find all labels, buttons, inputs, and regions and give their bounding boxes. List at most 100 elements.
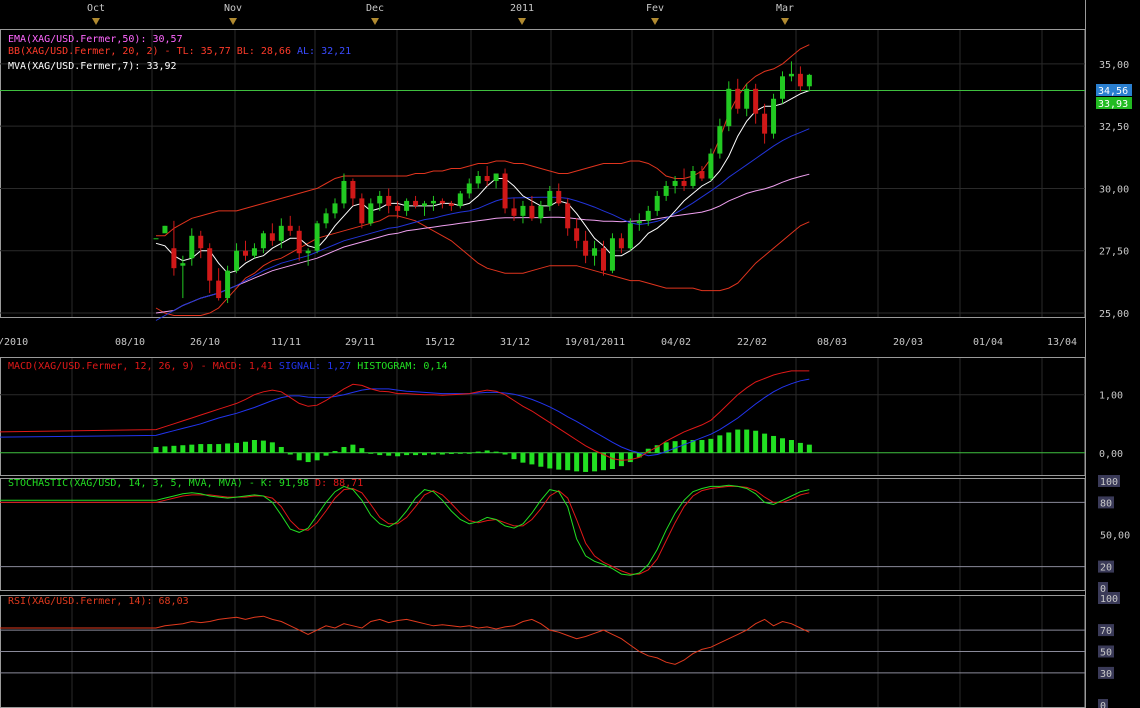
date-label: 04/02 [661, 337, 691, 348]
macd-histogram-bar [341, 446, 347, 453]
candle-body [457, 193, 463, 206]
month-label: Oct [87, 3, 105, 14]
month-marker [371, 18, 379, 25]
candle-body [448, 203, 454, 206]
stoch-tick-label: 20 [1100, 563, 1112, 574]
candle-body [726, 88, 732, 127]
price-panel[interactable] [0, 44, 1085, 321]
macd-histogram-bar [234, 442, 240, 453]
financial-chart: Oct Nov Dec 2011 Fev Mar 10/09/2010 08/10 26/10 1… [0, 0, 1132, 708]
macd-histogram-bar [171, 445, 177, 453]
candle-body [287, 225, 293, 231]
candle-body [332, 203, 338, 214]
legend-macd-hist: HISTOGRAM: 0,14 [351, 361, 447, 372]
candle-body [243, 250, 248, 256]
macd-histogram-bar [189, 444, 195, 453]
macd-histogram-bar [726, 432, 732, 453]
candle-body [753, 88, 759, 114]
candle-body [153, 238, 159, 240]
candle-body [422, 203, 427, 206]
date-label: 13/04 [1047, 337, 1077, 348]
chart-window: Oct Nov Dec 2011 Fev Mar 10/09/2010 08/10 26/10 1… [0, 0, 1140, 708]
candle-body [216, 280, 222, 299]
legend-macd-main: MACD(XAG/USD.Fermer, 12, 26, 9) - MACD: … [8, 361, 273, 372]
stoch-tick-label: 80 [1100, 498, 1112, 509]
candle-body [350, 180, 356, 199]
rsi-tick-label: 70 [1100, 626, 1112, 637]
date-label: 08/03 [817, 337, 847, 348]
candle-body [780, 76, 785, 99]
candle-body [395, 205, 401, 211]
panel-frame [0, 29, 1086, 318]
date-label: 15/12 [425, 337, 455, 348]
stoch-d-line [0, 485, 810, 575]
date-label: 20/03 [893, 337, 923, 348]
legend-ema: EMA(XAG/USD.Fermer,50): 30,57 [8, 34, 183, 45]
candle-body [368, 203, 374, 224]
macd-histogram-bar [699, 440, 705, 453]
macd-histogram-bar [592, 452, 598, 472]
macd-histogram-bar [797, 442, 803, 453]
candle-body [377, 195, 383, 204]
macd-histogram-bar [753, 430, 759, 453]
candle-body [744, 88, 750, 109]
date-label: 26/10 [190, 337, 220, 348]
mva-level-label: 33,93 [1098, 99, 1128, 110]
legend-macd: MACD(XAG/USD.Fermer, 12, 26, 9) - MACD: … [8, 361, 448, 372]
legend-bb-al: AL: 32,21 [291, 46, 351, 57]
macd-histogram-bar [493, 451, 499, 453]
macd-histogram-bar [484, 450, 490, 453]
macd-histogram-bar [162, 446, 168, 453]
macd-histogram-bar [457, 452, 463, 454]
macd-histogram-bar [547, 452, 553, 469]
macd-histogram-bar [439, 452, 445, 455]
macd-histogram-bar [565, 452, 571, 471]
macd-histogram-bar [556, 452, 562, 470]
macd-histogram-bar [225, 443, 231, 453]
candle-body [207, 248, 213, 281]
macd-histogram-bar [511, 452, 517, 460]
price-tick-label: 30,00 [1099, 184, 1129, 195]
macd-histogram-bar [296, 452, 302, 461]
candle-body [466, 183, 472, 194]
macd-histogram-bar [260, 440, 266, 453]
macd-histogram-bar [609, 452, 615, 470]
date-label: 31/12 [500, 337, 530, 348]
candle-body [717, 126, 723, 154]
candle-body [260, 233, 266, 249]
month-marker [781, 18, 789, 25]
candle-body [636, 220, 642, 224]
candle-body [735, 88, 741, 109]
stoch-k-line [0, 484, 810, 576]
macd-histogram-bar [404, 452, 410, 456]
candle-body [663, 185, 669, 196]
legend-stochastic: STOCHASTIC(XAG/USD, 14, 3, 5, MVA, MVA) … [8, 478, 363, 489]
macd-histogram-bar [466, 452, 472, 454]
month-label: 2011 [510, 3, 534, 14]
macd-histogram-bar [717, 435, 723, 453]
candle-body [699, 171, 705, 179]
candle-body [762, 113, 768, 134]
rsi-panel[interactable] [0, 615, 810, 665]
candle-body [627, 223, 633, 249]
macd-histogram-bar [430, 452, 436, 455]
macd-histogram-bar [520, 452, 526, 463]
price-tick-label: 32,50 [1099, 122, 1129, 133]
legend-bb-main: BB(XAG/USD.Fermer, 20, 2) - TL: 35,77 BL… [8, 46, 291, 57]
candle-body [529, 205, 535, 219]
macd-panel[interactable] [0, 370, 1085, 472]
macd-signal-line [0, 378, 810, 457]
stochastic-panel[interactable] [0, 484, 810, 576]
macd-histogram-bar [278, 446, 284, 453]
legend-rsi: RSI(XAG/USD.Fermer, 14): 68,03 [8, 596, 189, 607]
macd-histogram-bar [788, 440, 794, 453]
candle-body [609, 238, 615, 271]
date-label: 22/02 [737, 337, 767, 348]
price-tick-label: 35,00 [1099, 60, 1129, 71]
month-label: Nov [224, 3, 242, 14]
rsi-tick-label: 0 [1100, 701, 1106, 708]
candle-body [386, 195, 392, 206]
candle-body [583, 240, 589, 256]
stoch-tick-label: 100 [1100, 477, 1118, 488]
macd-histogram-bar [806, 444, 812, 453]
